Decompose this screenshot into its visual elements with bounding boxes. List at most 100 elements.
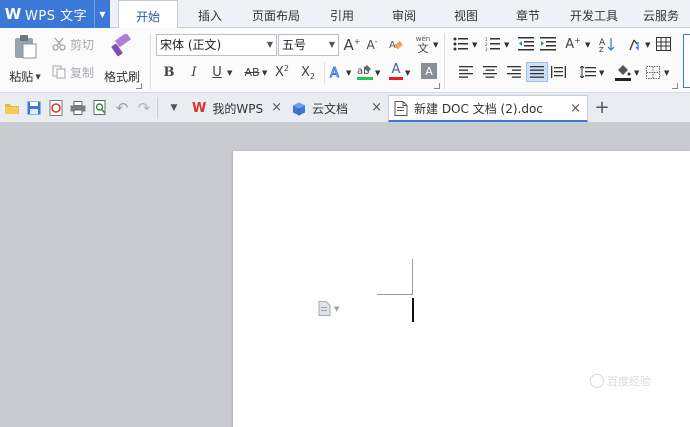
save-button[interactable] (26, 100, 42, 116)
distributed-align-button[interactable] (550, 65, 566, 79)
font-size-select[interactable]: 五号 ▼ (278, 34, 339, 56)
svg-text:A: A (330, 66, 339, 80)
styles-gallery-edge[interactable] (683, 34, 690, 88)
line-spacing-dropdown-icon[interactable]: ▼ (599, 69, 604, 77)
increase-indent-button[interactable] (540, 36, 556, 52)
app-menu-button[interactable]: W WPS 文字 ▼ (0, 0, 110, 28)
print-preview-button[interactable] (92, 100, 108, 116)
doc-tab-cloud-docs[interactable]: 云文档 × (288, 95, 388, 122)
doc-tab-label: 新建 DOC 文档 (2).doc (414, 101, 543, 116)
open-folder-button[interactable] (4, 100, 20, 116)
phonetic-bottom: 文 (417, 42, 429, 55)
undo-icon[interactable]: ↶ (114, 99, 130, 117)
bullet-list-button[interactable] (452, 36, 470, 52)
customize-toolbar-dropdown-icon[interactable]: ▼ (166, 100, 182, 116)
tab-insert[interactable]: 插入 (186, 0, 234, 28)
show-hide-marks-button[interactable] (626, 34, 644, 54)
tab-view[interactable]: 视图 (444, 0, 488, 28)
highlight-dropdown-icon[interactable]: ▼ (375, 69, 380, 77)
export-pdf-button[interactable] (48, 100, 64, 116)
shrink-font-button[interactable]: A- (363, 34, 381, 56)
tab-page-layout[interactable]: 页面布局 (244, 0, 308, 28)
shrink-font-icon: A (366, 38, 375, 52)
tab-chapter[interactable]: 章节 (506, 0, 550, 28)
superscript-base: X (275, 64, 284, 80)
paragraph-mark-icon (629, 39, 639, 51)
paragraph-shading-dropdown-icon[interactable]: ▼ (634, 69, 639, 77)
redo-icon[interactable]: ↷ (136, 99, 152, 117)
font-color-dropdown-icon[interactable]: ▼ (405, 69, 410, 77)
close-icon[interactable]: × (570, 101, 581, 116)
grow-font-button[interactable]: A + (343, 34, 361, 56)
clear-format-button[interactable]: A (386, 34, 406, 56)
paragraph-shading-button[interactable] (614, 62, 632, 82)
copy-icon (52, 65, 66, 79)
scissors-icon (52, 37, 66, 51)
line-spacing-button[interactable] (580, 65, 596, 79)
bullet-list-dropdown-icon[interactable]: ▼ (472, 41, 477, 49)
tab-cloud-services[interactable]: 云服务 (636, 0, 686, 28)
subscript-base: X (301, 64, 310, 80)
align-center-icon (483, 66, 497, 78)
text-effect-button[interactable]: A (328, 62, 344, 82)
app-menu-dropdown-icon[interactable]: ▼ (94, 0, 110, 28)
bold-button[interactable]: B (161, 62, 177, 82)
new-tab-plus-icon[interactable]: + (592, 97, 612, 119)
align-right-button[interactable] (506, 65, 522, 79)
printer-icon (70, 101, 86, 115)
align-center-button[interactable] (482, 65, 498, 79)
strikethrough-button[interactable]: AB (240, 62, 264, 82)
decrease-indent-button[interactable] (518, 36, 534, 52)
font-color-bar (389, 77, 403, 80)
borders-button[interactable] (645, 65, 661, 79)
folder-icon (5, 104, 19, 114)
paragraph-layout-button[interactable]: ▼ (318, 301, 339, 316)
tab-home[interactable]: 开始 (118, 0, 178, 29)
decrease-indent-icon (518, 37, 534, 51)
phonetic-guide-button[interactable]: wén 文 (412, 32, 434, 58)
strikethrough-dropdown-icon[interactable]: ▼ (262, 69, 267, 77)
close-icon[interactable]: × (271, 100, 282, 115)
chinese-layout-button[interactable]: A + (562, 34, 584, 54)
highlighter-icon: ab (357, 64, 371, 77)
format-painter-button[interactable]: 格式刷 (103, 34, 141, 90)
justify-button[interactable] (526, 62, 548, 82)
underline-button[interactable]: U (209, 62, 225, 82)
font-name-select[interactable]: 宋体 (正文) ▼ (156, 34, 277, 56)
text-effect-dropdown-icon[interactable]: ▼ (346, 69, 351, 77)
borders-dropdown-icon[interactable]: ▼ (664, 69, 669, 77)
eraser-icon: A (389, 40, 403, 51)
character-shading-button[interactable]: A (421, 63, 437, 79)
numbered-list-dropdown-icon[interactable]: ▼ (504, 41, 509, 49)
text-direction-button[interactable]: AZ (598, 34, 616, 54)
menu-bar: W WPS 文字 ▼ 开始 插入 页面布局 引用 审阅 视图 章节 开发工具 云… (0, 0, 690, 29)
paragraph-group-launcher-icon[interactable] (672, 83, 678, 89)
paste-dropdown-icon[interactable]: ▼ (35, 73, 40, 81)
italic-button[interactable]: I (186, 62, 202, 82)
paste-button[interactable]: 粘贴 ▼ (8, 34, 42, 92)
doc-tab-active-document[interactable]: 新建 DOC 文档 (2).doc × (388, 95, 588, 122)
subscript-button[interactable]: X2 (298, 62, 318, 82)
tab-developer-tools[interactable]: 开发工具 (562, 0, 626, 28)
margin-corner-mark (412, 259, 413, 294)
tab-review[interactable]: 审阅 (382, 0, 426, 28)
cut-button[interactable]: 剪切 (52, 34, 100, 54)
separator (157, 97, 158, 119)
align-left-button[interactable] (458, 65, 474, 79)
doc-tab-my-wps[interactable]: W 我的WPS × (186, 95, 288, 122)
superscript-button[interactable]: X2 (272, 62, 292, 82)
underline-dropdown-icon[interactable]: ▼ (227, 69, 232, 77)
highlight-button[interactable]: ab (356, 60, 374, 82)
close-icon[interactable]: × (371, 100, 382, 115)
show-hide-marks-dropdown-icon[interactable]: ▼ (645, 41, 650, 49)
table-button[interactable] (655, 36, 671, 52)
phonetic-dropdown-icon[interactable]: ▼ (433, 41, 438, 49)
copy-button[interactable]: 复制 (52, 62, 100, 82)
tab-references[interactable]: 引用 (320, 0, 364, 28)
font-color-button[interactable]: A (388, 60, 404, 82)
chinese-layout-dropdown-icon[interactable]: ▼ (585, 41, 590, 49)
numbered-list-button[interactable]: 1 2 3 (484, 36, 502, 52)
font-group-launcher-icon[interactable] (434, 83, 440, 89)
clipboard-group-launcher-icon[interactable] (136, 83, 142, 89)
print-button[interactable] (70, 100, 86, 116)
